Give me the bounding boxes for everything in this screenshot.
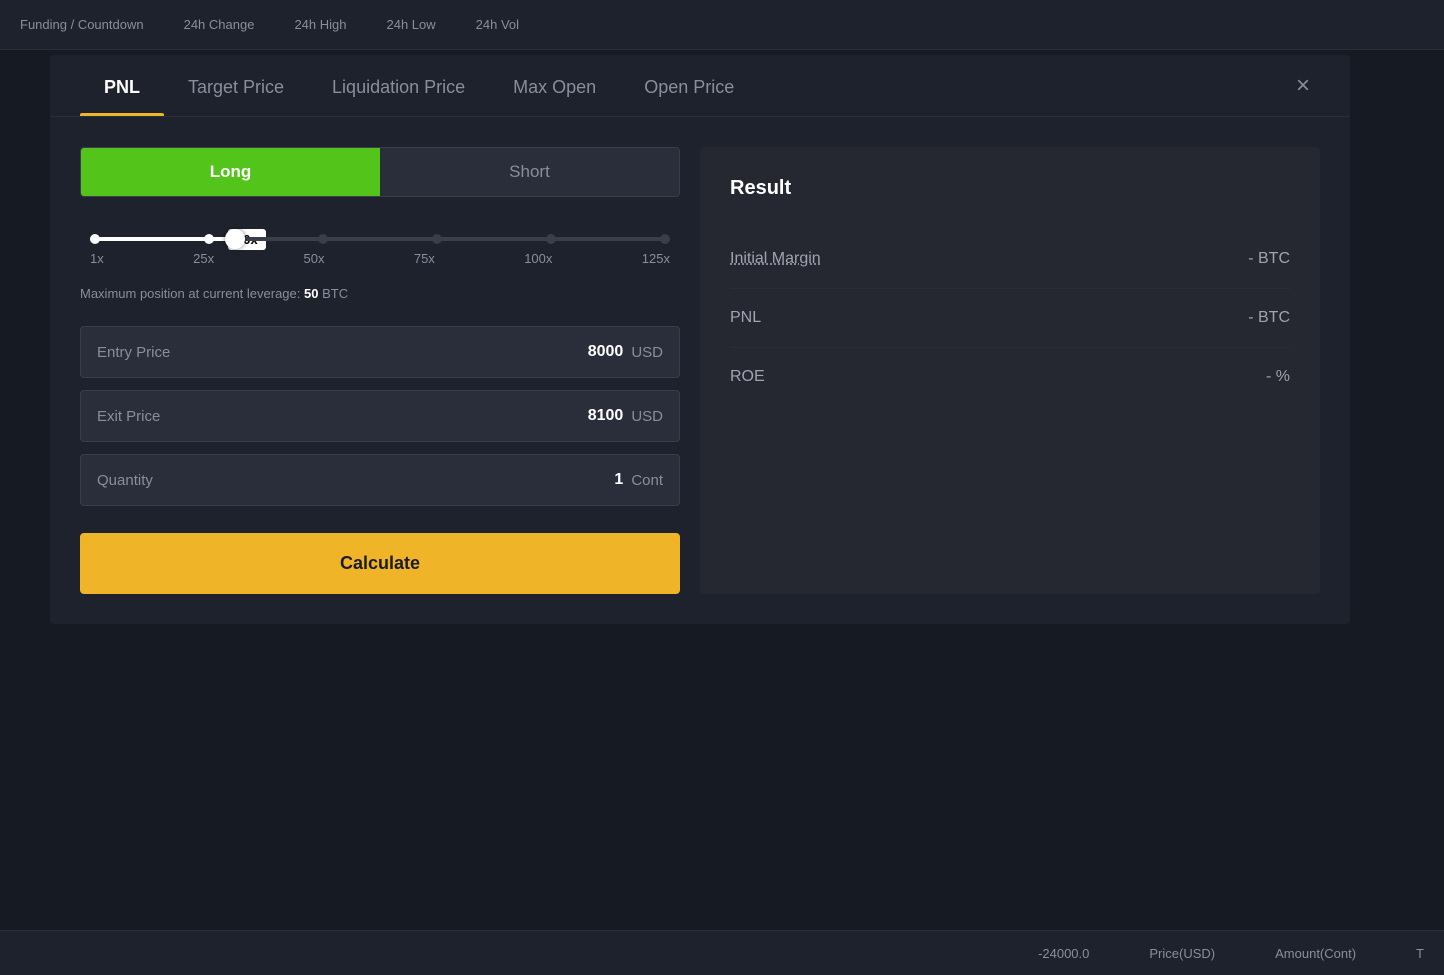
top-bar-item: 24h Change <box>184 17 255 32</box>
slider-dot-100x <box>546 234 556 244</box>
tab-max-open[interactable]: Max Open <box>489 55 620 116</box>
slider-labels: 1x 25x 50x 75x 100x 125x <box>90 251 670 266</box>
exit-price-value: 8100 <box>588 407 624 425</box>
max-position-text: Maximum position at current leverage: 50… <box>80 286 680 301</box>
slider-dots <box>90 234 670 244</box>
entry-price-value-group: 8000 USD <box>588 343 663 361</box>
top-bar-item: 24h High <box>294 17 346 32</box>
initial-margin-label: Initial Margin <box>730 250 821 268</box>
entry-price-field[interactable]: Entry Price 8000 USD <box>80 326 680 378</box>
top-bar-item: Funding / Countdown <box>20 17 144 32</box>
result-row-initial-margin: Initial Margin - BTC <box>730 230 1290 289</box>
slider-label-1x: 1x <box>90 251 104 266</box>
slider-thumb[interactable] <box>225 229 245 249</box>
bottom-bar-value: -24000.0 <box>1038 946 1089 961</box>
pnl-label: PNL <box>730 309 761 327</box>
slider-track <box>90 237 670 241</box>
result-row-roe: ROE - % <box>730 348 1290 406</box>
result-row-pnl: PNL - BTC <box>730 289 1290 348</box>
exit-price-field[interactable]: Exit Price 8100 USD <box>80 390 680 442</box>
close-button[interactable]: × <box>1286 62 1320 110</box>
tab-liquidation-price[interactable]: Liquidation Price <box>308 55 489 116</box>
quantity-label: Quantity <box>97 472 153 489</box>
tabs-header: PNL Target Price Liquidation Price Max O… <box>50 55 1350 117</box>
result-panel: Result Initial Margin - BTC PNL - BTC RO… <box>700 147 1320 594</box>
bottom-bar-amount-label: Amount(Cont) <box>1275 946 1356 961</box>
exit-price-label: Exit Price <box>97 408 160 425</box>
roe-label: ROE <box>730 368 765 386</box>
top-bar: Funding / Countdown 24h Change 24h High … <box>0 0 1444 50</box>
bottom-bar-t: T <box>1416 946 1424 961</box>
top-bar-item: 24h Low <box>386 17 435 32</box>
tab-pnl[interactable]: PNL <box>80 55 164 116</box>
bottom-bar-price-label: Price(USD) <box>1149 946 1215 961</box>
exit-price-value-group: 8100 USD <box>588 407 663 425</box>
entry-price-value: 8000 <box>588 343 624 361</box>
left-panel: Long Short 20x <box>80 147 680 594</box>
slider-dot-50x <box>318 234 328 244</box>
result-title: Result <box>730 177 1290 200</box>
pnl-value: - BTC <box>1248 309 1290 327</box>
exit-price-unit: USD <box>631 408 663 425</box>
leverage-section: 20x 1x 25x 50x <box>80 237 680 266</box>
calculate-button[interactable]: Calculate <box>80 533 680 594</box>
quantity-unit: Cont <box>631 472 663 489</box>
top-bar-item: 24h Vol <box>476 17 519 32</box>
slider-dot-1x <box>90 234 100 244</box>
slider-label-50x: 50x <box>303 251 324 266</box>
quantity-value: 1 <box>614 471 623 489</box>
calculator-modal: PNL Target Price Liquidation Price Max O… <box>50 55 1350 624</box>
entry-price-unit: USD <box>631 344 663 361</box>
tab-open-price[interactable]: Open Price <box>620 55 758 116</box>
slider-label-100x: 100x <box>524 251 552 266</box>
quantity-field[interactable]: Quantity 1 Cont <box>80 454 680 506</box>
quantity-group: Quantity 1 Cont <box>80 454 680 506</box>
entry-price-label: Entry Price <box>97 344 170 361</box>
modal-body: Long Short 20x <box>50 117 1350 624</box>
bottom-bar: -24000.0 Price(USD) Amount(Cont) T <box>0 930 1444 975</box>
slider-label-75x: 75x <box>414 251 435 266</box>
roe-value: - % <box>1266 368 1290 386</box>
slider-label-25x: 25x <box>193 251 214 266</box>
tab-target-price[interactable]: Target Price <box>164 55 308 116</box>
slider-dot-75x <box>432 234 442 244</box>
long-button[interactable]: Long <box>81 148 380 196</box>
slider-dot-25x <box>204 234 214 244</box>
long-short-toggle: Long Short <box>80 147 680 197</box>
quantity-value-group: 1 Cont <box>614 471 663 489</box>
exit-price-group: Exit Price 8100 USD <box>80 390 680 442</box>
entry-price-group: Entry Price 8000 USD <box>80 326 680 378</box>
slider-dot-125x <box>660 234 670 244</box>
initial-margin-value: - BTC <box>1248 250 1290 268</box>
short-button[interactable]: Short <box>380 148 679 196</box>
slider-label-125x: 125x <box>642 251 670 266</box>
